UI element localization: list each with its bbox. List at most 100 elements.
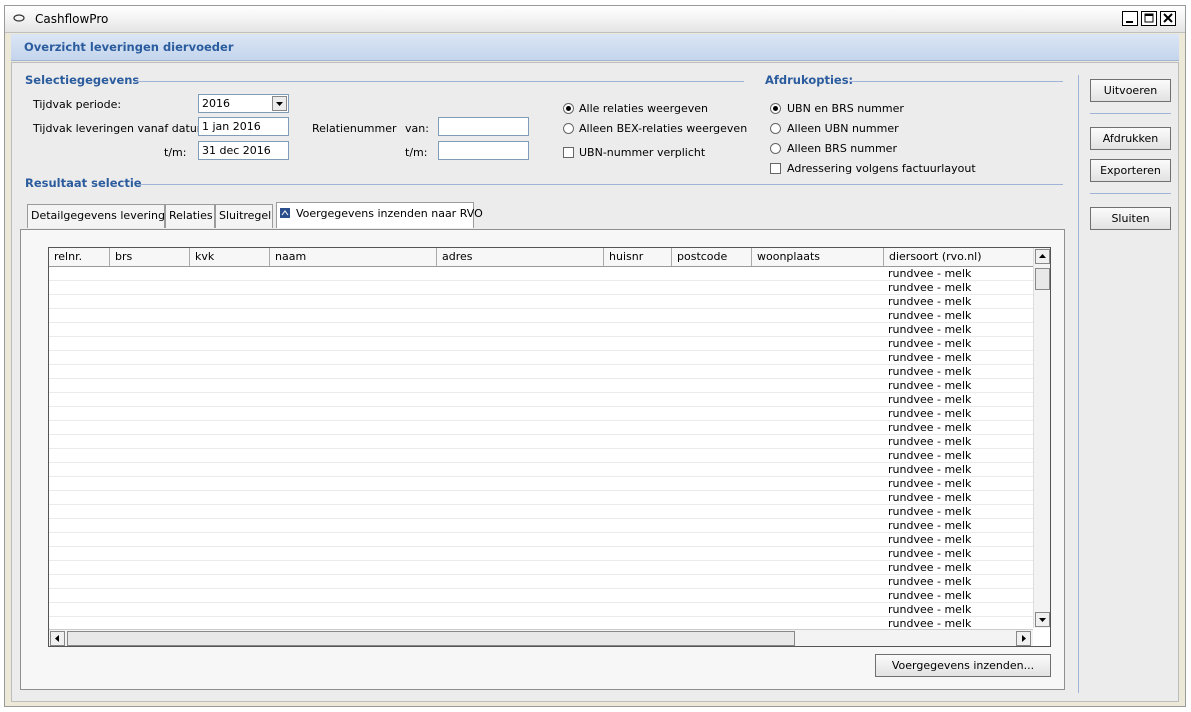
animal-type-cell: rundvee - melk: [888, 323, 972, 336]
run-button[interactable]: Uitvoeren: [1090, 79, 1171, 102]
print-button[interactable]: Afdrukken: [1090, 127, 1171, 150]
animal-type-cell: rundvee - melk: [888, 547, 972, 560]
radio-all-relations-label: Alle relaties weergeven: [579, 102, 708, 115]
animal-type-cell: rundvee - melk: [888, 533, 972, 546]
tab-detail-deliveries[interactable]: Detailgegevens leveringen: [27, 204, 179, 228]
radio-brs-only-label: Alleen BRS nummer: [787, 142, 897, 155]
animal-type-cell: rundvee - melk: [888, 449, 972, 462]
table-row[interactable]: rundvee - melk: [49, 449, 1033, 463]
ubn-required-label: UBN-nummer verplicht: [579, 146, 706, 159]
column-header[interactable]: relnr.: [49, 248, 110, 266]
scroll-thumb[interactable]: [67, 631, 795, 646]
table-header: relnr. brs kvk naam adres huisnr postcod…: [49, 248, 1033, 267]
horizontal-scrollbar[interactable]: [49, 629, 1033, 646]
tab-relations[interactable]: Relaties: [165, 204, 215, 228]
animal-type-cell: rundvee - melk: [888, 393, 972, 406]
animal-type-cell: rundvee - melk: [888, 267, 972, 280]
relation-to-field[interactable]: [438, 141, 529, 160]
export-button[interactable]: Exporteren: [1090, 159, 1171, 182]
to-date-field[interactable]: 31 dec 2016: [198, 141, 289, 160]
animal-type-cell: rundvee - melk: [888, 435, 972, 448]
radio-ubn-only-label: Alleen UBN nummer: [787, 122, 899, 135]
table-row[interactable]: rundvee - melk: [49, 589, 1033, 603]
table-row[interactable]: rundvee - melk: [49, 505, 1033, 519]
tab-label: Relaties: [169, 209, 213, 222]
table-row[interactable]: rundvee - melk: [49, 561, 1033, 575]
animal-type-cell: rundvee - melk: [888, 477, 972, 490]
table-row[interactable]: rundvee - melk: [49, 267, 1033, 281]
relation-to-label: t/m:: [405, 146, 428, 159]
radio-brs-only[interactable]: [770, 143, 781, 154]
column-header[interactable]: naam: [270, 248, 437, 266]
relation-from-field[interactable]: [438, 117, 529, 136]
submit-feed-data-button[interactable]: Voergegevens inzenden...: [875, 654, 1051, 677]
table-row[interactable]: rundvee - melk: [49, 435, 1033, 449]
table-row[interactable]: rundvee - melk: [49, 477, 1033, 491]
address-layout-label: Adressering volgens factuurlayout: [787, 162, 976, 175]
app-icon: [13, 14, 25, 22]
animal-type-cell: rundvee - melk: [888, 589, 972, 602]
button-separator: [1090, 193, 1171, 194]
table-row[interactable]: rundvee - melk: [49, 575, 1033, 589]
table-row[interactable]: rundvee - melk: [49, 365, 1033, 379]
section-divider: [849, 81, 1063, 82]
table-row[interactable]: rundvee - melk: [49, 379, 1033, 393]
table-row[interactable]: rundvee - melk: [49, 281, 1033, 295]
period-select[interactable]: 2016: [198, 94, 289, 113]
table-row[interactable]: rundvee - melk: [49, 533, 1033, 547]
column-header[interactable]: woonplaats: [752, 248, 884, 266]
close-icon: [1163, 13, 1173, 23]
table-row[interactable]: rundvee - melk: [49, 295, 1033, 309]
scroll-left-button[interactable]: [50, 631, 65, 646]
scroll-up-button[interactable]: [1035, 249, 1050, 264]
animal-type-cell: rundvee - melk: [888, 337, 972, 350]
scroll-down-button[interactable]: [1035, 612, 1050, 627]
table-row[interactable]: rundvee - melk: [49, 351, 1033, 365]
arrow-right-icon: [1022, 635, 1026, 642]
column-header[interactable]: huisnr: [604, 248, 672, 266]
from-date-label: Tijdvak leveringen vanaf datum:: [33, 122, 212, 135]
vertical-scrollbar[interactable]: [1033, 248, 1050, 628]
animal-type-cell: rundvee - melk: [888, 505, 972, 518]
tab-panel: relnr. brs kvk naam adres huisnr postcod…: [20, 229, 1065, 690]
close-window-button[interactable]: [1160, 11, 1176, 26]
animal-type-cell: rundvee - melk: [888, 575, 972, 588]
tab-label: Sluitregel: [219, 209, 272, 222]
table-row[interactable]: rundvee - melk: [49, 603, 1033, 617]
maximize-button[interactable]: [1141, 11, 1157, 26]
column-header[interactable]: diersoort (rvo.nl): [884, 248, 1033, 266]
from-date-field[interactable]: 1 jan 2016: [198, 117, 289, 136]
tab-feed-data-rvo[interactable]: Voergegevens inzenden naar RVO: [276, 202, 483, 228]
address-layout-checkbox[interactable]: [770, 163, 781, 174]
scroll-thumb[interactable]: [1035, 268, 1050, 290]
radio-ubn-brs[interactable]: [770, 103, 781, 114]
chevron-down-icon: [276, 102, 283, 106]
table-row[interactable]: rundvee - melk: [49, 309, 1033, 323]
radio-bex-relations[interactable]: [563, 123, 574, 134]
radio-ubn-only[interactable]: [770, 123, 781, 134]
minimize-button[interactable]: [1122, 11, 1138, 26]
table-row[interactable]: rundvee - melk: [49, 519, 1033, 533]
result-table[interactable]: relnr. brs kvk naam adres huisnr postcod…: [48, 247, 1051, 647]
close-button[interactable]: Sluiten: [1090, 207, 1171, 230]
table-row[interactable]: rundvee - melk: [49, 463, 1033, 477]
column-header[interactable]: adres: [437, 248, 604, 266]
table-row[interactable]: rundvee - melk: [49, 491, 1033, 505]
table-row[interactable]: rundvee - melk: [49, 547, 1033, 561]
animal-type-cell: rundvee - melk: [888, 281, 972, 294]
table-row[interactable]: rundvee - melk: [49, 407, 1033, 421]
dropdown-button[interactable]: [272, 96, 287, 111]
tab-label: Voergegevens inzenden naar RVO: [296, 207, 483, 220]
table-row[interactable]: rundvee - melk: [49, 393, 1033, 407]
column-header[interactable]: postcode: [672, 248, 752, 266]
radio-all-relations[interactable]: [563, 103, 574, 114]
sub-header: Overzicht leveringen diervoeder: [11, 34, 1179, 61]
ubn-required-checkbox[interactable]: [563, 147, 574, 158]
table-row[interactable]: rundvee - melk: [49, 337, 1033, 351]
scroll-right-button[interactable]: [1016, 631, 1031, 646]
column-header[interactable]: kvk: [190, 248, 270, 266]
tab-closing-line[interactable]: Sluitregel: [215, 204, 273, 228]
table-row[interactable]: rundvee - melk: [49, 421, 1033, 435]
column-header[interactable]: brs: [110, 248, 190, 266]
table-row[interactable]: rundvee - melk: [49, 323, 1033, 337]
